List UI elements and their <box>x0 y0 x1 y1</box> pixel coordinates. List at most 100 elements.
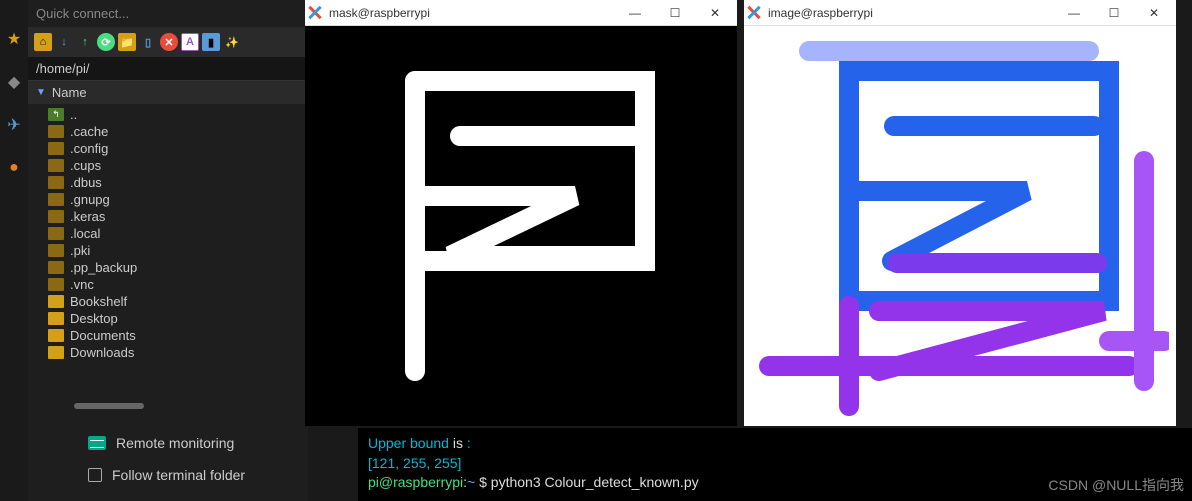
tree-item[interactable]: .local <box>28 225 308 242</box>
color-image <box>749 31 1169 421</box>
window-title: image@raspberrypi <box>768 6 873 20</box>
tree-header[interactable]: ▼ Name <box>28 81 308 104</box>
tree-item[interactable]: .dbus <box>28 174 308 191</box>
upload-icon[interactable]: ↑ <box>76 33 94 51</box>
watermark: CSDN @NULL指向我 <box>1048 475 1184 495</box>
maximize-button[interactable]: ☐ <box>1094 1 1134 25</box>
tree-item[interactable]: .pki <box>28 242 308 259</box>
tree-item-label: .cups <box>70 158 101 173</box>
follow-terminal-row[interactable]: Follow terminal folder <box>88 467 245 483</box>
folder-add-icon[interactable]: 📁 <box>118 33 136 51</box>
x11-icon <box>307 5 323 21</box>
file-panel: Quick connect... ⌂ ↓ ↑ ⟳ 📁 ▯ ✕ A ▮ ✨ /ho… <box>28 0 308 501</box>
star-icon[interactable]: ★ <box>5 30 23 48</box>
folder-icon <box>48 227 64 240</box>
minimize-button[interactable]: — <box>1054 1 1094 25</box>
remote-monitoring-label: Remote monitoring <box>116 435 234 451</box>
folder-icon <box>48 176 64 189</box>
tree-item[interactable]: .gnupg <box>28 191 308 208</box>
circle-icon[interactable]: ● <box>5 159 23 177</box>
bottom-controls: Remote monitoring Follow terminal folder <box>88 435 245 483</box>
tree-item[interactable]: .config <box>28 140 308 157</box>
prompt-dollar: $ <box>475 474 491 490</box>
home-icon[interactable]: ⌂ <box>34 33 52 51</box>
download-icon[interactable]: ↓ <box>55 33 73 51</box>
tree-item[interactable]: Downloads <box>28 344 308 361</box>
tree-item[interactable]: .pp_backup <box>28 259 308 276</box>
folder-icon <box>48 210 64 223</box>
mask-canvas <box>305 26 737 426</box>
tree-item[interactable]: .cups <box>28 157 308 174</box>
tree-item[interactable]: .cache <box>28 123 308 140</box>
checkbox[interactable] <box>88 468 102 482</box>
chevron-down-icon: ▼ <box>36 87 46 98</box>
prompt-path: ~ <box>467 474 475 490</box>
tree-item[interactable]: .vnc <box>28 276 308 293</box>
remote-monitoring-row[interactable]: Remote monitoring <box>88 435 245 451</box>
file-toolbar: ⌂ ↓ ↑ ⟳ 📁 ▯ ✕ A ▮ ✨ <box>28 27 308 57</box>
path-bar[interactable]: /home/pi/ <box>28 57 308 81</box>
close-button[interactable]: ✕ <box>1134 1 1174 25</box>
titlebar[interactable]: mask@raspberrypi — ☐ ✕ <box>305 0 737 26</box>
up-folder-icon: ↰ <box>48 108 64 121</box>
monitor-icon <box>88 436 106 450</box>
window-image: image@raspberrypi — ☐ ✕ <box>744 0 1176 426</box>
tree-item-label: Documents <box>70 328 136 343</box>
tree-item-label: .dbus <box>70 175 102 190</box>
tree-item-label: Bookshelf <box>70 294 127 309</box>
tree-item-label: .pp_backup <box>70 260 137 275</box>
tree-item-label: .config <box>70 141 108 156</box>
tree-item[interactable]: Bookshelf <box>28 293 308 310</box>
follow-terminal-label: Follow terminal folder <box>112 467 245 483</box>
tree-item[interactable]: .keras <box>28 208 308 225</box>
folder-icon <box>48 312 64 325</box>
window-title: mask@raspberrypi <box>329 6 430 20</box>
text-icon[interactable]: A <box>181 33 199 51</box>
titlebar[interactable]: image@raspberrypi — ☐ ✕ <box>744 0 1176 26</box>
folder-icon <box>48 125 64 138</box>
tree-item[interactable]: Desktop <box>28 310 308 327</box>
prompt-cmd: python3 Colour_detect_known.py <box>491 474 699 490</box>
scrollbar-thumb[interactable] <box>74 403 144 409</box>
folder-icon <box>48 295 64 308</box>
tree-item-label: .local <box>70 226 100 241</box>
tree-item-label: .. <box>70 107 77 122</box>
image-canvas <box>744 26 1176 426</box>
maximize-button[interactable]: ☐ <box>655 1 695 25</box>
folder-icon <box>48 278 64 291</box>
folder-icon <box>48 329 64 342</box>
send-icon[interactable]: ✈ <box>5 116 23 134</box>
column-name: Name <box>52 85 87 100</box>
window-mask: mask@raspberrypi — ☐ ✕ <box>305 0 737 426</box>
refresh-icon[interactable]: ⟳ <box>97 33 115 51</box>
prompt-user: pi@raspberrypi <box>368 474 463 490</box>
folder-icon <box>48 159 64 172</box>
quick-connect[interactable]: Quick connect... <box>28 0 308 27</box>
term-text: [121, 255, 255] <box>368 454 1182 474</box>
mask-image <box>375 46 665 386</box>
globe-icon[interactable]: ◆ <box>5 73 23 91</box>
delete-icon[interactable]: ✕ <box>160 33 178 51</box>
tree-item-label: Desktop <box>70 311 118 326</box>
tree-item-label: .vnc <box>70 277 94 292</box>
tree-up[interactable]: ↰ .. <box>28 106 308 123</box>
tree-item-label: .gnupg <box>70 192 110 207</box>
folder-icon <box>48 261 64 274</box>
minimize-button[interactable]: — <box>615 1 655 25</box>
x11-icon <box>746 5 762 21</box>
tree-item-label: .cache <box>70 124 108 139</box>
folder-icon <box>48 346 64 359</box>
file-tree: ↰ .. .cache .config .cups .dbus .gnupg .… <box>28 104 308 363</box>
terminal-icon[interactable]: ▮ <box>202 33 220 51</box>
folder-icon <box>48 142 64 155</box>
term-text: : <box>463 435 471 451</box>
term-text: is <box>453 435 463 451</box>
term-text: Upper bound <box>368 435 453 451</box>
wand-icon[interactable]: ✨ <box>223 33 241 51</box>
file-icon[interactable]: ▯ <box>139 33 157 51</box>
tree-item-label: .pki <box>70 243 90 258</box>
folder-icon <box>48 193 64 206</box>
tree-item[interactable]: Documents <box>28 327 308 344</box>
close-button[interactable]: ✕ <box>695 1 735 25</box>
tree-item-label: .keras <box>70 209 105 224</box>
